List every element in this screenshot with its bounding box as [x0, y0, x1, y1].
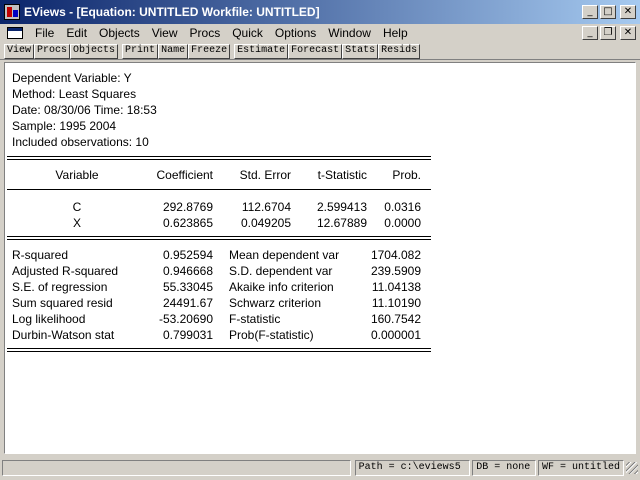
minimize-button[interactable]: _: [582, 5, 598, 19]
table-rule: [7, 156, 431, 157]
stat-label: Prob(F-statistic): [229, 328, 314, 342]
dependent-variable: Dependent Variable: Y: [12, 71, 132, 85]
stat-value: 1704.082: [370, 248, 421, 262]
menu-procs[interactable]: Procs: [184, 26, 227, 40]
col-t-statistic-header: t-Statistic: [317, 168, 367, 182]
document-icon[interactable]: [7, 27, 23, 39]
stat-label: Sum squared resid: [12, 296, 113, 310]
table-rule: [7, 239, 431, 240]
stat-value: 0.946668: [162, 264, 213, 278]
stat-label: Durbin-Watson stat: [12, 328, 115, 342]
eviews-app-icon[interactable]: [4, 4, 20, 20]
estimate-button[interactable]: Estimate: [234, 43, 289, 59]
coef-row-c-std-error: 112.6704: [241, 200, 291, 214]
status-bar: Path = c:\eviews5 DB = none WF = untitle…: [0, 458, 640, 478]
stat-label: Akaike info criterion: [229, 280, 334, 294]
child-close-button[interactable]: ✕: [620, 26, 636, 40]
workfile-status: WF = untitled: [538, 460, 625, 476]
col-prob-header: Prob.: [392, 168, 421, 182]
col-coefficient-header: Coefficient: [156, 168, 213, 182]
menu-options[interactable]: Options: [269, 26, 322, 40]
stat-label: Log likelihood: [12, 312, 86, 326]
coef-row-c-t-statistic: 2.599413: [316, 200, 367, 214]
menu-help[interactable]: Help: [377, 26, 414, 40]
stat-value: 0.000001: [370, 328, 421, 342]
equation-toolbar: View Procs Objects Print Name Freeze Est…: [0, 43, 640, 60]
stat-label: R-squared: [12, 248, 69, 262]
menu-edit[interactable]: Edit: [60, 26, 93, 40]
estimation-header: Dependent Variable: Y Method: Least Squa…: [12, 70, 157, 150]
coef-row-x-prob: 0.0000: [384, 216, 421, 230]
coef-row-x-t-statistic: 12.67889: [316, 216, 367, 230]
stat-label: F-statistic: [229, 312, 281, 326]
method: Method: Least Squares: [12, 87, 137, 101]
stat-value: 0.952594: [162, 248, 213, 262]
window-title: EViews - [Equation: UNTITLED Workfile: U…: [24, 5, 320, 19]
stat-value: 11.04138: [371, 280, 421, 294]
date-time: Date: 08/30/06 Time: 18:53: [12, 103, 157, 117]
objects-button[interactable]: Objects: [70, 43, 119, 59]
table-rule: [7, 236, 431, 237]
db-status: DB = none: [472, 460, 537, 476]
stat-label: Adjusted R-squared: [12, 264, 119, 278]
stat-value: 11.10190: [371, 296, 421, 310]
menu-file[interactable]: File: [29, 26, 60, 40]
stat-label: S.E. of regression: [12, 280, 108, 294]
sample: Sample: 1995 2004: [12, 119, 117, 133]
stat-value: 55.33045: [162, 280, 213, 294]
table-rule: [7, 159, 431, 160]
child-minimize-button[interactable]: _: [582, 26, 598, 40]
freeze-button[interactable]: Freeze: [188, 43, 231, 59]
resize-grip-icon[interactable]: [626, 462, 638, 474]
menu-objects[interactable]: Objects: [93, 26, 146, 40]
child-restore-button[interactable]: ❐: [600, 26, 616, 40]
name-button[interactable]: Name: [158, 43, 189, 59]
forecast-button[interactable]: Forecast: [288, 43, 343, 59]
command-status-field: [2, 460, 351, 476]
stats-button[interactable]: Stats: [342, 43, 379, 59]
coef-row-x-std-error: 0.049205: [240, 216, 291, 230]
maximize-button[interactable]: □: [600, 5, 616, 19]
title-bar: EViews - [Equation: UNTITLED Workfile: U…: [0, 0, 640, 24]
coef-row-c-variable: C: [72, 200, 82, 214]
menu-window[interactable]: Window: [322, 26, 377, 40]
menu-quick[interactable]: Quick: [226, 26, 269, 40]
procs-button[interactable]: Procs: [34, 43, 71, 59]
coef-row-c-coefficient: 292.8769: [162, 200, 213, 214]
stat-label: Schwarz criterion: [229, 296, 322, 310]
observations: Included observations: 10: [12, 135, 149, 149]
view-button[interactable]: View: [4, 43, 35, 59]
coef-row-x-coefficient: 0.623865: [162, 216, 213, 230]
coef-row-c-prob: 0.0316: [384, 200, 421, 214]
close-button[interactable]: ✕: [620, 5, 636, 19]
table-rule: [7, 351, 431, 352]
stat-value: 160.7542: [370, 312, 421, 326]
stat-label: Mean dependent var: [229, 248, 340, 262]
menu-bar: File Edit Objects View Procs Quick Optio…: [0, 24, 640, 42]
stat-label: S.D. dependent var: [229, 264, 333, 278]
coef-row-x-variable: X: [72, 216, 81, 230]
equation-output-pane[interactable]: Dependent Variable: Y Method: Least Squa…: [4, 62, 636, 454]
col-variable-header: Variable: [55, 168, 99, 182]
path-status: Path = c:\eviews5: [354, 460, 471, 476]
menu-view[interactable]: View: [146, 26, 184, 40]
print-button[interactable]: Print: [122, 43, 159, 59]
col-std-error-header: Std. Error: [239, 168, 291, 182]
resids-button[interactable]: Resids: [378, 43, 421, 59]
stat-value: 239.5909: [370, 264, 421, 278]
table-rule: [7, 189, 431, 190]
stat-value: 24491.67: [162, 296, 213, 310]
stat-value: 0.799031: [162, 328, 213, 342]
table-rule: [7, 348, 431, 349]
stat-value: -53.20690: [158, 312, 213, 326]
